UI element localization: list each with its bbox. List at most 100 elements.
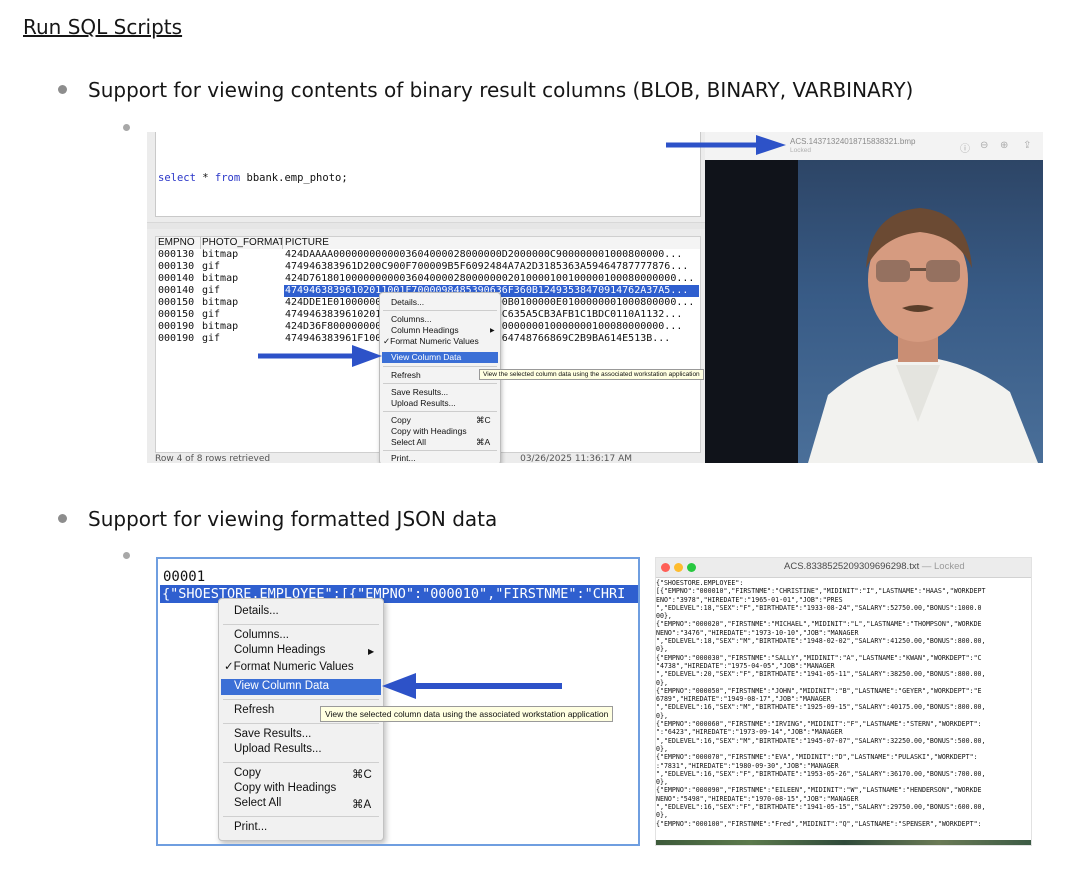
menu-item-save-results[interactable]: Save Results... xyxy=(234,728,311,740)
menu-item-column-headings[interactable]: Column Headings xyxy=(391,325,459,335)
menu-item-print[interactable]: Print... xyxy=(391,453,416,463)
maximize-icon[interactable] xyxy=(687,563,696,572)
json-text-content: {"SHOESTORE.EMPLOYEE": [{"EMPNO":"000010"… xyxy=(656,579,1031,841)
menu-item-format-numeric[interactable]: ✓Format Numeric Values xyxy=(383,336,479,347)
menu-item-refresh[interactable]: Refresh xyxy=(234,704,274,716)
menu-item-details[interactable]: Details... xyxy=(391,297,424,307)
text-line: "4738","HIREDATE":"1975-04-05","JOB":"MA… xyxy=(656,661,835,670)
text-line: 0}, xyxy=(656,678,668,687)
menu-item-refresh[interactable]: Refresh xyxy=(391,370,421,380)
table-cell: gif xyxy=(202,261,221,272)
table-cell: 424D761801000000000036040000280000000201… xyxy=(285,273,695,284)
sql-editor[interactable]: select * from bbank.emp_photo; xyxy=(155,132,701,217)
text-line: ","EDLEVEL":16,"SEX":"F","BIRTHDATE":"19… xyxy=(656,769,986,778)
bullet-dot xyxy=(58,514,67,523)
text-line: 0}, xyxy=(656,778,668,787)
pane-splitter[interactable] xyxy=(147,222,705,229)
text-line: {"EMPNO":"000060","FIRSTNME":"IRVING","M… xyxy=(656,720,982,729)
blue-arrow-icon xyxy=(666,135,786,155)
zoom-in-icon[interactable]: ⊕ xyxy=(1000,140,1008,151)
table-cell: bitmap xyxy=(202,321,239,332)
text-line: ","EDLEVEL":16,"SEX":"M","BIRTHDATE":"19… xyxy=(656,736,986,745)
table-row[interactable]: 000130 gif 474946383961D200C900F700009B5F6… xyxy=(156,261,700,273)
menu-item-select-all[interactable]: Select All xyxy=(391,437,426,447)
table-cell: 000130 xyxy=(158,261,195,272)
table-row[interactable]: 000140 bitmap 424D761801000000000036040000… xyxy=(156,273,700,285)
table-cell: 000190 xyxy=(158,333,195,344)
checkmark-icon: ✓ xyxy=(224,661,234,673)
menu-item-details[interactable]: Details... xyxy=(234,605,279,617)
grid-header: EMPNO PHOTO_FORMAT PICTURE xyxy=(156,237,700,249)
text-line: ","EDLEVEL":16,"SEX":"F","BIRTHDATE":"19… xyxy=(656,803,986,812)
viewer-title: ACS.14371324018715838321.bmp xyxy=(790,137,916,146)
menu-item-columns[interactable]: Columns... xyxy=(234,629,289,641)
column-header-picture[interactable]: PICTURE xyxy=(285,237,685,249)
text-line: ENO":"3978","HIREDATE":"1965-01-01","JOB… xyxy=(656,595,843,604)
menu-item-columns[interactable]: Columns... xyxy=(391,314,432,324)
text-line: [{"EMPNO":"000010","FIRSTNME":"CHRISTINE… xyxy=(656,587,986,596)
menu-item-save-results[interactable]: Save Results... xyxy=(391,387,448,397)
desktop-strip xyxy=(656,840,1031,845)
tooltip: View the selected column data using the … xyxy=(320,706,614,722)
menu-item-copy-with-headings[interactable]: Copy with Headings xyxy=(391,426,467,436)
shortcut-copy: ⌘C xyxy=(476,415,491,425)
text-line: :"7831","HIREDATE":"1980-09-30","JOB":"M… xyxy=(656,761,839,770)
text-line: ","EDLEVEL":20,"SEX":"F","BIRTHDATE":"19… xyxy=(656,670,986,679)
text-line: NENO":"5498","HIREDATE":"1970-08-15","JO… xyxy=(656,794,859,803)
table-cell: 424DAAAA0000000000003604000028000000D200… xyxy=(285,249,683,260)
text-line: ":"6423","HIREDATE":"1973-09-14","JOB":"… xyxy=(656,728,843,737)
sub-bullet-dot xyxy=(123,124,130,131)
shortcut-select-all: ⌘A xyxy=(352,799,372,811)
text-viewer-title: ACS.8338525209309696298.txt — Locked xyxy=(784,561,965,572)
share-icon[interactable]: ⇪ xyxy=(1023,140,1031,151)
menu-item-view-column-data[interactable]: View Column Data xyxy=(234,680,329,692)
text-line: {"EMPNO":"000050","FIRSTNME":"JOHN","MID… xyxy=(656,686,982,695)
menu-separator xyxy=(383,383,497,384)
text-line: 00}, xyxy=(656,612,672,621)
close-icon[interactable] xyxy=(661,563,670,572)
text-line: 0}, xyxy=(656,744,668,753)
info-icon[interactable]: ⓘ xyxy=(960,140,970,155)
menu-item-copy[interactable]: Copy xyxy=(234,767,261,779)
menu-item-print[interactable]: Print... xyxy=(234,821,267,833)
menu-separator xyxy=(383,310,497,311)
menu-item-format-numeric[interactable]: ✓Format Numeric Values xyxy=(224,659,354,673)
column-header-photo-format[interactable]: PHOTO_FORMAT xyxy=(202,237,283,249)
table-cell: gif xyxy=(202,285,221,296)
text-viewer-screenshot: ACS.8338525209309696298.txt — Locked {"S… xyxy=(655,557,1032,846)
text-line: 0}, xyxy=(656,645,668,654)
menu-separator xyxy=(223,699,379,700)
page-title: Run SQL Scripts xyxy=(23,15,183,39)
menu-item-column-headings[interactable]: Column Headings xyxy=(234,644,325,656)
blue-arrow-icon xyxy=(382,673,562,699)
menu-item-copy[interactable]: Copy xyxy=(391,415,411,425)
minimize-icon[interactable] xyxy=(674,563,683,572)
bullet-binary-columns: Support for viewing contents of binary r… xyxy=(88,78,914,102)
employee-photo xyxy=(798,160,1043,463)
text-line: {"EMPNO":"000030","FIRSTNME":"SALLY","MI… xyxy=(656,653,982,662)
menu-item-view-column-data[interactable]: View Column Data xyxy=(391,352,461,362)
blue-arrow-icon xyxy=(258,345,382,367)
menu-item-upload-results[interactable]: Upload Results... xyxy=(234,743,322,755)
column-header-empno[interactable]: EMPNO xyxy=(158,237,201,249)
menu-separator xyxy=(223,762,379,763)
table-cell: 000140 xyxy=(158,285,195,296)
table-row[interactable]: 000130 bitmap 424DAAAA00000000000036040000… xyxy=(156,249,700,261)
text-line: {"EMPNO":"000090","FIRSTNME":"EILEEN","M… xyxy=(656,786,982,795)
viewer-background xyxy=(705,160,798,463)
chevron-right-icon: ▶ xyxy=(368,647,375,656)
chevron-right-icon: ▶ xyxy=(490,328,495,334)
shortcut-copy: ⌘C xyxy=(352,769,372,781)
menu-item-copy-with-headings[interactable]: Copy with Headings xyxy=(234,782,336,794)
menu-item-upload-results[interactable]: Upload Results... xyxy=(391,398,456,408)
shortcut-select-all: ⌘A xyxy=(476,437,491,447)
menu-item-select-all[interactable]: Select All xyxy=(234,797,281,809)
text-line: {"EMPNO":"000020","FIRSTNME":"MICHAEL","… xyxy=(656,620,982,629)
text-line: {"SHOESTORE.EMPLOYEE": xyxy=(656,579,744,587)
text-line: 0}, xyxy=(656,711,668,720)
zoom-out-icon[interactable]: ⊖ xyxy=(980,140,988,151)
text-line: {"EMPNO":"000100","FIRSTNME":"Fred","MID… xyxy=(656,819,982,828)
bullet-dot xyxy=(58,85,67,94)
menu-separator xyxy=(383,411,497,412)
text-line: {"EMPNO":"000070","FIRSTNME":"EVA","MIDI… xyxy=(656,753,978,762)
